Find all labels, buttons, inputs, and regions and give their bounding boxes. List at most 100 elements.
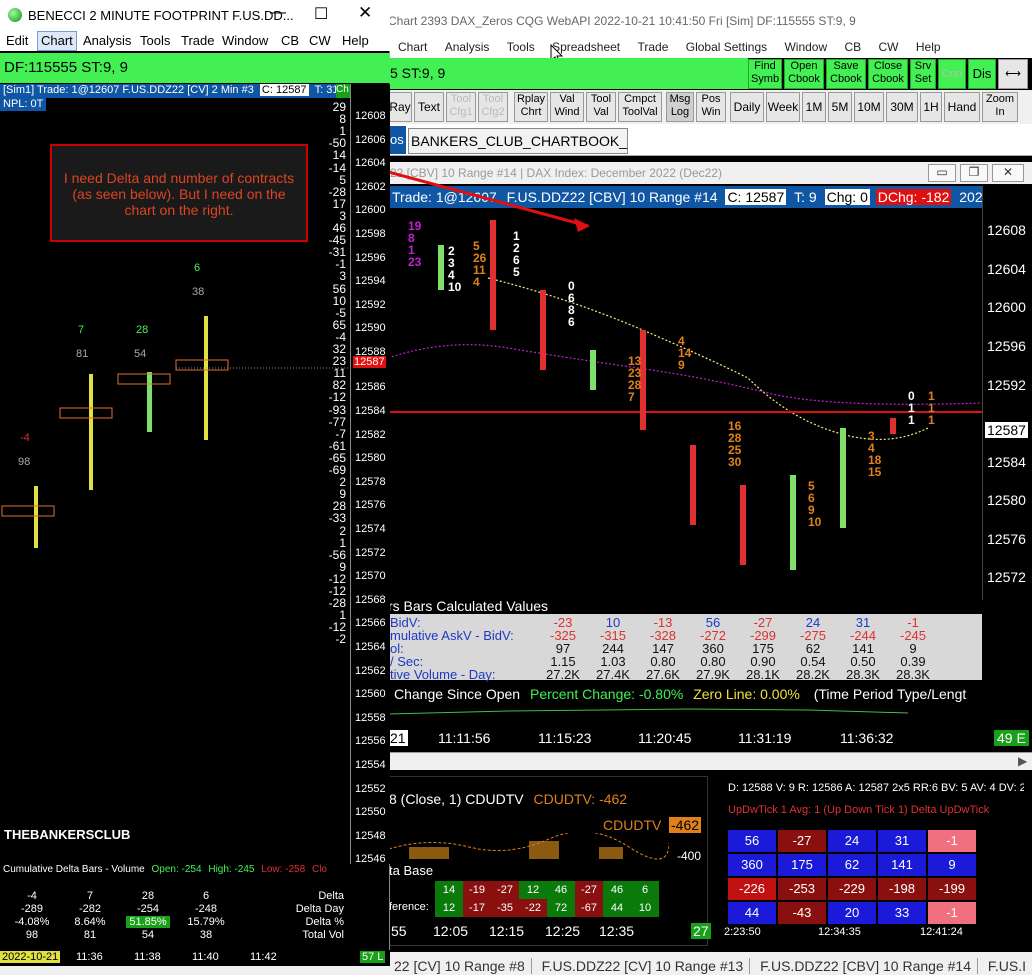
price-tick: 12570 [355,570,386,583]
menu-help[interactable]: Help [916,40,941,54]
1m-button[interactable]: 1M [802,92,826,122]
menu-cw[interactable]: CW [309,33,331,48]
delta-cell: -17 [463,899,491,917]
delta-cell: -35 [491,899,519,917]
delta-table-cell: 24 [828,830,876,852]
cdb-value: 81 [83,929,97,941]
delta-cell: -27 [575,881,603,899]
10m-button[interactable]: 10M [854,92,884,122]
text-tool-button[interactable]: Text [414,92,444,122]
replay-chart-button[interactable]: Rplay Chrt [514,92,548,122]
symbol-label: F.US.DDZ22 [CBV] 10 Range #14 [506,189,718,205]
price-tick: 12572 [987,569,1026,585]
menu-chart[interactable]: Chart [398,40,427,54]
time-tick: 11:36 [76,951,103,963]
tab-chart-next[interactable]: F.US.I [982,958,1032,974]
time-tick: 55 [391,923,407,939]
price-tick: 12590 [355,322,386,335]
save-cbook-button[interactable]: Save Cbook [826,59,866,89]
cdb-value: 98 [25,929,39,941]
expand-icon[interactable]: ⟷ [998,59,1028,89]
calc-value: 28.2K [796,667,830,682]
weekly-button[interactable]: Week [766,92,800,122]
date-label: 2022-10-21 [0,951,61,963]
cdu-header: 8 (Close, 1) CDUDTV CDUDTV: -462 [389,791,627,807]
disconnect-button[interactable]: Dis [968,59,996,89]
find-symbol-button[interactable]: Find Symb [748,59,782,89]
tab-previous[interactable]: os [388,126,406,154]
time-tick: 2:23:50 [724,926,761,938]
chartbook-tab-bar: os BANKERS_CLUB_CHARTBOOK_ [388,124,1032,156]
footprint-bar [590,350,596,390]
menu-cw[interactable]: CW [879,40,899,54]
ray-tool-button[interactable]: Ray [388,92,412,122]
cdu-tag: CDUDTV [603,817,662,833]
position-window-button[interactable]: Pos Win [696,92,726,122]
compact-toolvalue-button[interactable]: Cmpct ToolVal [618,92,662,122]
calc-title: rs Bars Calculated Values [388,598,549,614]
cdb-value: -282 [78,903,102,915]
menu-global-settings[interactable]: Global Settings [686,40,767,54]
time-tick: 11:15:23 [538,730,592,746]
1h-button[interactable]: 1H [920,92,942,122]
menu-trade[interactable]: Trade [637,40,668,54]
menu-help[interactable]: Help [342,33,369,48]
zoom-in-button[interactable]: Zoom In [982,92,1018,122]
bar-volume: 54 [134,348,147,360]
menu-trade[interactable]: Trade [181,33,214,48]
menu-chart[interactable]: Chart [37,31,77,51]
restore-icon[interactable]: ❐ [960,164,988,182]
5m-button[interactable]: 5M [828,92,852,122]
price-tick: 12586 [355,381,386,394]
menu-cb[interactable]: CB [281,33,299,48]
maximize-icon[interactable]: ☐ [314,4,328,24]
value-window-button[interactable]: Val Wind [550,92,584,122]
tab-bankers-club-chartbook[interactable]: BANKERS_CLUB_CHARTBOOK_ [408,128,628,154]
close-cbook-button[interactable]: Close Cbook [868,59,908,89]
cdb-value: -254 [136,903,160,915]
time-tick: 12:25 [545,923,581,939]
menu-tools[interactable]: Tools [507,40,535,54]
delta-table-cell: 20 [828,902,876,924]
chart-header: [Sim1] Trade: 1@12607 F.US.DDZ22 [CV] 2 … [0,84,350,98]
menu-cb[interactable]: CB [845,40,862,54]
menu-window[interactable]: Window [222,33,268,48]
hand-button[interactable]: Hand [944,92,980,122]
time-tick: 12:05 [433,923,469,939]
menu-analysis[interactable]: Analysis [83,33,131,48]
menu-tools[interactable]: Tools [140,33,170,48]
delta-table-cell: 62 [828,854,876,876]
tool-cfg1-button[interactable]: Tool Cfg1 [446,92,476,122]
footprint-bar [438,245,444,290]
30m-button[interactable]: 30M [886,92,918,122]
server-settings-button[interactable]: Srv Set [910,59,936,89]
bottom-chart-tabs: 22 [CV] 10 Range #8 F.US.DDZ22 [CV] 10 R… [388,952,1032,975]
price-tick: 12604 [355,157,386,170]
open-cbook-button[interactable]: Open Cbook [784,59,824,89]
scroll-right-icon[interactable]: ▶ [1018,754,1027,768]
message-log-button[interactable]: Msg Log [666,92,694,122]
delta-table-cell: -199 [928,878,976,900]
background-chart-window: Chart 2393 DAX_Zeros CQG WebAPI 2022-10-… [388,0,1032,975]
daily-button[interactable]: Daily [730,92,764,122]
tick-count: T: 31 [314,84,339,96]
menu-edit[interactable]: Edit [6,33,28,48]
horizontal-scrollbar[interactable]: ▶ [388,752,1032,770]
zero-line-label: Zero Line: 0.00% [693,686,800,702]
time-tick: 12:41:24 [920,926,963,938]
close-icon[interactable]: ✕ [992,164,1024,182]
tool-value-button[interactable]: Tool Val [586,92,616,122]
tab-chart-8[interactable]: 22 [CV] 10 Range #8 [388,958,532,974]
minimize-icon[interactable]: ▭ [928,164,956,182]
connect-button[interactable]: Con [938,59,966,89]
minimize-icon[interactable]: — [270,4,286,22]
menu-analysis[interactable]: Analysis [445,40,490,54]
horizontal-scrollbar[interactable] [0,966,390,975]
close-icon[interactable]: ✕ [358,3,372,23]
tab-chart-13[interactable]: F.US.DDZ22 [CV] 10 Range #13 [535,958,751,974]
tool-cfg2-button[interactable]: Tool Cfg2 [478,92,508,122]
menu-window[interactable]: Window [784,40,827,54]
delta-base-label: ta Base [389,863,434,878]
footprint-cell: 19 8 1 23 [408,219,422,269]
tab-chart-14[interactable]: F.US.DDZ22 [CBV] 10 Range #14 [754,958,978,974]
